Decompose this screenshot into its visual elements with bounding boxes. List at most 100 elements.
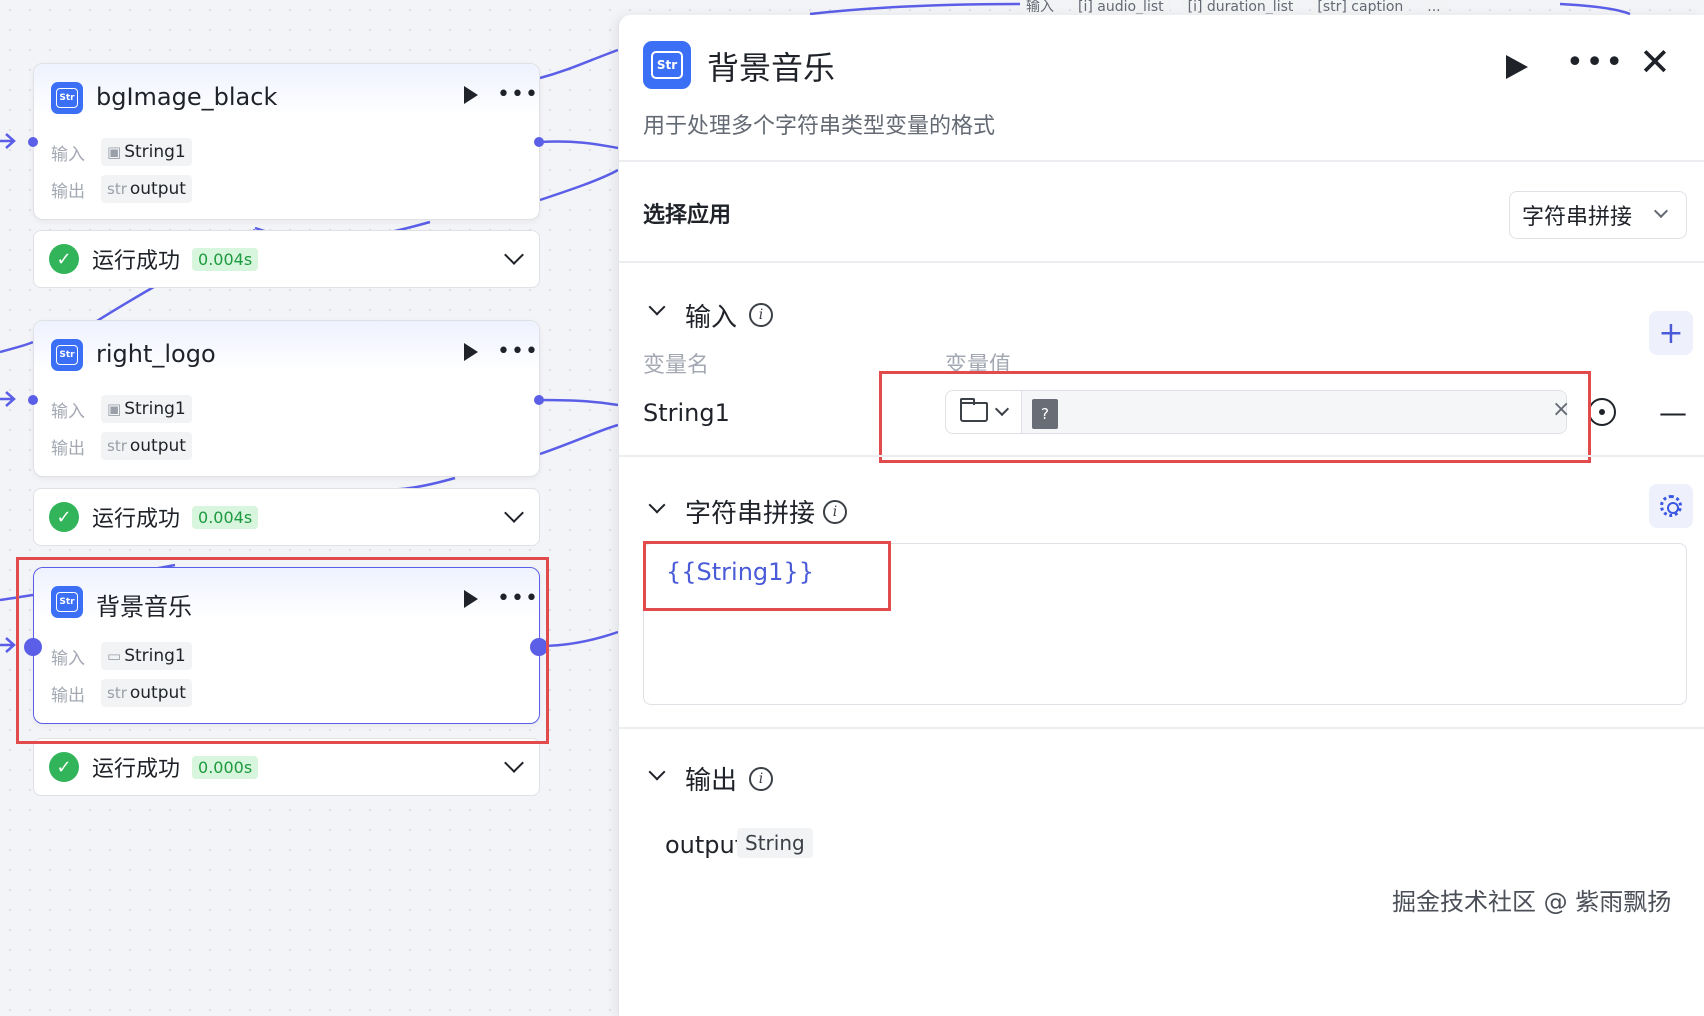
node-title: 背景音乐: [96, 593, 192, 621]
template-editor[interactable]: {{String1}}: [643, 543, 1687, 705]
node-title: right_logo: [96, 340, 216, 368]
string-node-icon: Str: [51, 339, 83, 371]
chevron-down-icon: [994, 401, 1010, 417]
tag: [str] caption: [1311, 0, 1410, 14]
watermark: 掘金技术社区 @ 紫雨飘扬: [1392, 888, 1672, 916]
select-app-label: 选择应用: [643, 203, 732, 228]
play-icon[interactable]: [1506, 55, 1528, 79]
panel-description: 用于处理多个字符串类型变量的格式: [643, 114, 996, 139]
output-var: output: [129, 436, 186, 456]
chevron-down-icon[interactable]: [504, 503, 524, 523]
divider: [619, 261, 1704, 263]
app-select[interactable]: 字符串拼接: [1509, 191, 1687, 239]
settings-button[interactable]: [1649, 484, 1693, 528]
input-label: 输入: [51, 144, 85, 165]
tag: [i] duration_list: [1181, 0, 1300, 14]
output-label: 输出: [51, 685, 85, 706]
variable-value-input[interactable]: ? ×: [945, 390, 1616, 434]
status-text: 运行成功: [92, 757, 181, 782]
output-section-title: 输出: [685, 766, 738, 796]
col-var-value: 变量值: [945, 353, 1012, 378]
output-prefix: str: [107, 684, 127, 702]
check-icon: ✓: [49, 502, 79, 532]
collapse-chevron-icon[interactable]: [648, 496, 666, 514]
divider: [619, 727, 1704, 729]
input-section-title: 输入: [685, 303, 738, 333]
node-right-logo[interactable]: Str right_logo ••• 输入 ▣ String1 输出 str out…: [28, 320, 544, 477]
col-var-name: 变量名: [643, 353, 710, 378]
value-field[interactable]: ? ×: [1022, 391, 1616, 433]
concat-section-title: 字符串拼接: [685, 499, 816, 529]
more-icon[interactable]: •••: [497, 339, 539, 364]
run-status-bar[interactable]: ✓ 运行成功 0.004s: [33, 488, 540, 546]
tag: [i] audio_list: [1072, 0, 1170, 14]
input-label: 输入: [51, 648, 85, 669]
string-node-icon: Str: [51, 82, 83, 114]
collapse-chevron-icon[interactable]: [648, 763, 666, 781]
duration-badge: 0.004s: [192, 505, 259, 529]
node-config-panel: Str 背景音乐 ••• ✕ 用于处理多个字符串类型变量的格式 选择应用 字符串…: [618, 15, 1704, 1016]
divider: [619, 455, 1704, 457]
input-label: 输入: [51, 401, 85, 422]
divider: [619, 160, 1704, 162]
input-port[interactable]: [24, 638, 42, 656]
input-port[interactable]: [28, 395, 38, 405]
info-icon[interactable]: i: [823, 500, 847, 524]
info-icon[interactable]: i: [749, 303, 773, 327]
close-icon[interactable]: ✕: [1639, 43, 1671, 81]
output-var: output: [129, 683, 186, 703]
file-unknown-icon: ?: [1032, 399, 1058, 429]
output-prefix: str: [107, 437, 127, 455]
duration-badge: 0.000s: [192, 755, 259, 779]
play-icon[interactable]: [464, 590, 478, 608]
node-bg-music[interactable]: Str 背景音乐 ••• 输入 ▭ String1 输出 str output: [24, 567, 548, 724]
play-icon[interactable]: [464, 343, 478, 361]
output-label: 输出: [51, 181, 85, 202]
output-var: output: [129, 179, 186, 199]
run-status-bar[interactable]: ✓ 运行成功 0.004s: [33, 230, 540, 288]
duration-badge: 0.004s: [192, 247, 259, 271]
image-icon: ▣: [107, 400, 122, 418]
input-var: String1: [124, 646, 186, 666]
folder-icon: [960, 398, 988, 422]
clear-icon[interactable]: ×: [1552, 397, 1570, 422]
chevron-down-icon[interactable]: [504, 753, 524, 773]
output-label: 输出: [51, 438, 85, 459]
check-icon: ✓: [49, 752, 79, 782]
image-icon: ▣: [107, 143, 122, 161]
variable-ref-icon[interactable]: [1588, 398, 1616, 426]
gear-icon: [1660, 495, 1682, 517]
more-icon[interactable]: •••: [497, 586, 539, 611]
tag: ...: [1421, 0, 1447, 14]
status-text: 运行成功: [92, 507, 181, 532]
template-text: {{String1}}: [666, 558, 814, 586]
output-port[interactable]: [530, 638, 548, 656]
tag: 输入: [1020, 0, 1060, 14]
output-port[interactable]: [534, 395, 544, 405]
status-text: 运行成功: [92, 249, 181, 274]
input-var: String1: [124, 142, 186, 162]
output-port[interactable]: [534, 137, 544, 147]
chevron-down-icon[interactable]: [504, 245, 524, 265]
output-prefix: str: [107, 180, 127, 198]
node-bgimage-black[interactable]: Str bgImage_black ••• 输入 ▣ String1 输出 str…: [28, 63, 544, 220]
check-icon: ✓: [49, 244, 79, 274]
output-type-badge: String: [737, 828, 813, 858]
node-title: bgImage_black: [96, 83, 278, 111]
info-icon[interactable]: i: [749, 767, 773, 791]
output-name: output: [665, 831, 745, 859]
type-selector[interactable]: [946, 391, 1022, 433]
panel-title: 背景音乐: [707, 49, 836, 87]
chevron-down-icon: [1653, 203, 1669, 219]
input-port[interactable]: [28, 137, 38, 147]
play-icon[interactable]: [464, 86, 478, 104]
remove-variable-button[interactable]: —: [1659, 396, 1687, 429]
app-select-value: 字符串拼接: [1522, 205, 1633, 230]
string-node-icon: Str: [51, 586, 83, 618]
more-icon[interactable]: •••: [497, 82, 539, 107]
folder-icon: ▭: [107, 647, 122, 665]
run-status-bar[interactable]: ✓ 运行成功 0.000s: [33, 738, 540, 796]
add-variable-button[interactable]: +: [1649, 311, 1693, 355]
more-icon[interactable]: •••: [1566, 45, 1625, 80]
collapse-chevron-icon[interactable]: [648, 298, 666, 316]
